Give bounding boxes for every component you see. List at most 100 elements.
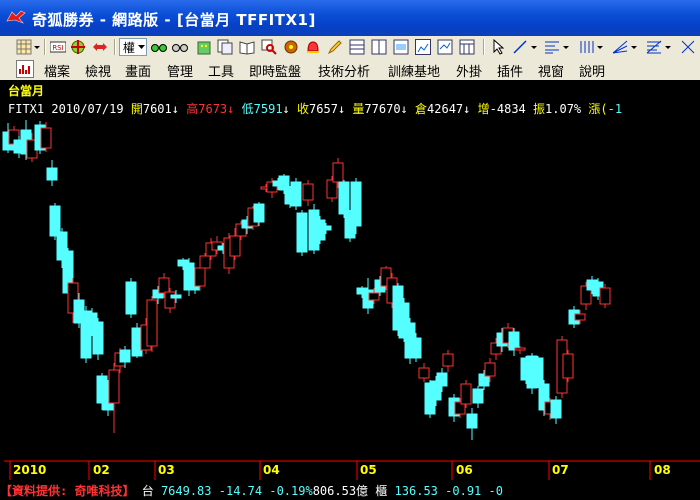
volume-label: 量 [352,102,365,116]
book-icon[interactable] [239,39,255,55]
quote-info-line: FITX1 2010/07/19 開7601↓ 高7673↓ 低7591↓ 收7… [8,100,700,118]
candle-up [562,353,574,379]
sector-name: 櫃 [375,484,388,498]
layout-4-icon[interactable] [415,39,431,55]
change-label: 漲( [588,102,608,116]
menu-help[interactable]: 說明 [579,61,605,80]
pencil-icon[interactable] [327,39,343,55]
layout-2-icon[interactable] [371,39,387,55]
low-label: 低 [241,102,254,116]
x-label-04: 04 [263,463,280,477]
menu-technical-analysis[interactable]: 技術分析 [318,61,370,80]
candle-up [108,369,120,404]
close-value: 7657 [309,102,338,116]
vlines-dropdown-icon[interactable] [596,39,604,55]
candle-down [472,388,484,404]
gear-icon[interactable] [283,39,299,55]
amplitude-value: 1.07% [545,102,582,116]
candle-up [484,362,496,377]
quote-date: 2010/07/19 [51,102,124,116]
candles-group [2,120,611,440]
title-bar: 奇狐勝券 - 網路版 - [台當月 TFFITX1] [0,0,700,36]
candle-down [466,413,478,429]
candle-up [442,353,454,367]
oi-label: 倉 [415,102,428,116]
candle-down [46,167,58,181]
high-arrow: ↓ [227,102,235,116]
copy-icon[interactable] [217,39,233,55]
vlines-icon[interactable] [578,39,594,55]
index-value: 7649.83 [160,484,212,498]
sector-value: 136.53 [394,484,438,498]
candle-down [436,372,448,387]
candle-down [278,175,290,191]
grid-icon[interactable] [16,39,32,55]
close-arrow: ↓ [337,102,346,116]
menu-plugins[interactable]: 插件 [497,61,523,80]
candle-up [229,235,241,257]
candle-up [368,292,380,301]
toolbar-separator [114,39,116,55]
hlines-icon[interactable] [544,39,560,55]
candle-up [460,383,472,405]
chart-name: 台當月 [8,84,45,98]
candle-up [599,287,611,305]
line-dropdown-icon[interactable] [530,39,538,55]
index-name: 台 [141,484,154,498]
search-icon[interactable] [261,39,277,55]
weight-dropdown[interactable]: 權 [119,38,147,56]
candle-down [92,321,104,355]
x-label-05: 05 [360,463,377,477]
oi-arrow: ↓ [463,102,471,116]
line-icon[interactable] [512,39,528,55]
layout-3-icon[interactable] [393,39,409,55]
candle-up [158,277,170,294]
window-title: 奇狐勝券 - 網路版 - [台當月 TFFITX1] [32,11,316,29]
dropdown-arrow-icon[interactable] [33,39,41,55]
candlestick-chart: 2010 02 03 04 05 06 07 08 [2,120,700,480]
fan-dropdown-icon[interactable] [630,39,638,55]
rsi-icon[interactable]: RSI [49,39,67,55]
menu-screen[interactable]: 畫面 [125,61,151,80]
glasses-icon[interactable] [151,39,167,55]
index-pct: -0.19% [269,484,313,498]
menu-training-base[interactable]: 訓練基地 [388,61,440,80]
fox-logo-icon [6,10,26,24]
cross-icon[interactable] [680,39,696,55]
weight-label: 權 [123,41,136,55]
layout-5-icon[interactable] [437,39,453,55]
hlines-dropdown-icon[interactable] [562,39,570,55]
toolbar-separator [44,39,46,55]
menu-manage[interactable]: 管理 [167,61,193,80]
fan-icon[interactable] [612,39,628,55]
increase-label: 增 [477,102,490,116]
arrows-icon[interactable] [92,39,108,55]
menu-file[interactable]: 檔案 [44,61,70,80]
candle-down [290,181,302,207]
high-label: 高 [186,102,199,116]
menu-realtime-monitor[interactable]: 即時監盤 [249,61,301,80]
fib-icon[interactable] [646,39,662,55]
menu-view[interactable]: 檢視 [85,61,111,80]
glasses-2-icon[interactable] [172,39,188,55]
crosshair-icon[interactable] [70,39,86,55]
menu-tools[interactable]: 工具 [208,61,234,80]
chart-window-icon[interactable] [16,60,34,78]
volume-arrow: ↓ [400,102,408,116]
x-label-07: 07 [552,463,569,477]
building-icon[interactable] [196,39,212,55]
candle-up [332,162,344,183]
alarm-icon[interactable] [305,39,321,55]
low-value: 7591 [253,102,283,116]
fib-dropdown-icon[interactable] [664,39,672,55]
volume-value: 77670 [364,102,401,116]
menu-plugins-external[interactable]: 外掛 [456,61,482,80]
layout-1-icon[interactable] [349,39,365,55]
candle-down [170,294,182,299]
oi-value: 42647 [427,102,464,116]
layout-6-icon[interactable] [459,39,475,55]
pointer-icon[interactable] [490,38,506,55]
sector-change: -0.91 [445,484,482,498]
menu-window[interactable]: 視窗 [538,61,564,80]
candle-up [199,255,211,269]
